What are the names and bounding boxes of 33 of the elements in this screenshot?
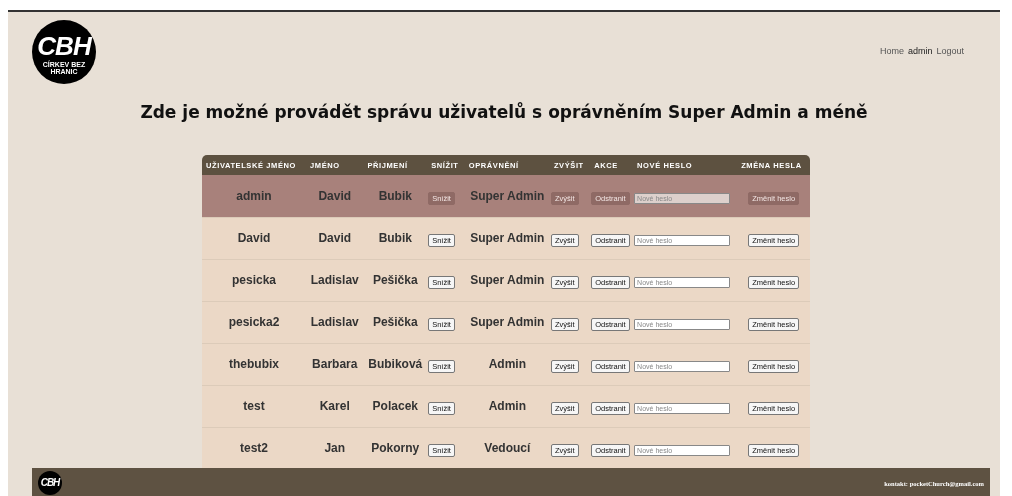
table-cell: Pešička (363, 301, 428, 343)
table-cell: David (306, 217, 364, 259)
table-cell: Ladislav (306, 301, 364, 343)
table-cell: Ladislav (306, 259, 364, 301)
table-cell: Super Admin (464, 217, 550, 259)
nav-link[interactable]: Home (879, 46, 904, 56)
nav-link[interactable]: Logout (936, 46, 964, 56)
table-cell: Jan (306, 427, 364, 469)
footer-logo: CBH (38, 471, 62, 495)
table-cell: Super Admin (464, 301, 550, 343)
table-cell: Admin (464, 385, 550, 427)
table-cell: Polacek (363, 385, 428, 427)
table-cell: Admin (464, 343, 550, 385)
table-cell: Pokorny (363, 427, 428, 469)
nav-link[interactable]: admin (907, 46, 933, 56)
table-cell: pesicka2 (202, 301, 307, 343)
table-cell: Barbara (306, 343, 364, 385)
table-cell: Karel (306, 385, 364, 427)
table-cell: thebubix (202, 343, 307, 385)
table-cell: admin (202, 175, 307, 217)
table-cell: test2 (202, 427, 307, 469)
table-cell: David (202, 217, 307, 259)
table-cell: Vedoucí (464, 427, 550, 469)
page-heading: Zde je možné provádět správu uživatelů s oprávněním Super Admin a méně (139, 102, 869, 122)
table-cell: David (306, 175, 364, 217)
table-cell: test (202, 385, 307, 427)
table-cell: Super Admin (464, 175, 550, 217)
table-cell: Super Admin (464, 259, 550, 301)
table-cell: Bubik (363, 217, 428, 259)
table-cell: Bubiková (363, 343, 428, 385)
table-cell: Bubik (363, 175, 428, 217)
table-cell: pesicka (202, 259, 307, 301)
table-cell: Pešička (363, 259, 428, 301)
